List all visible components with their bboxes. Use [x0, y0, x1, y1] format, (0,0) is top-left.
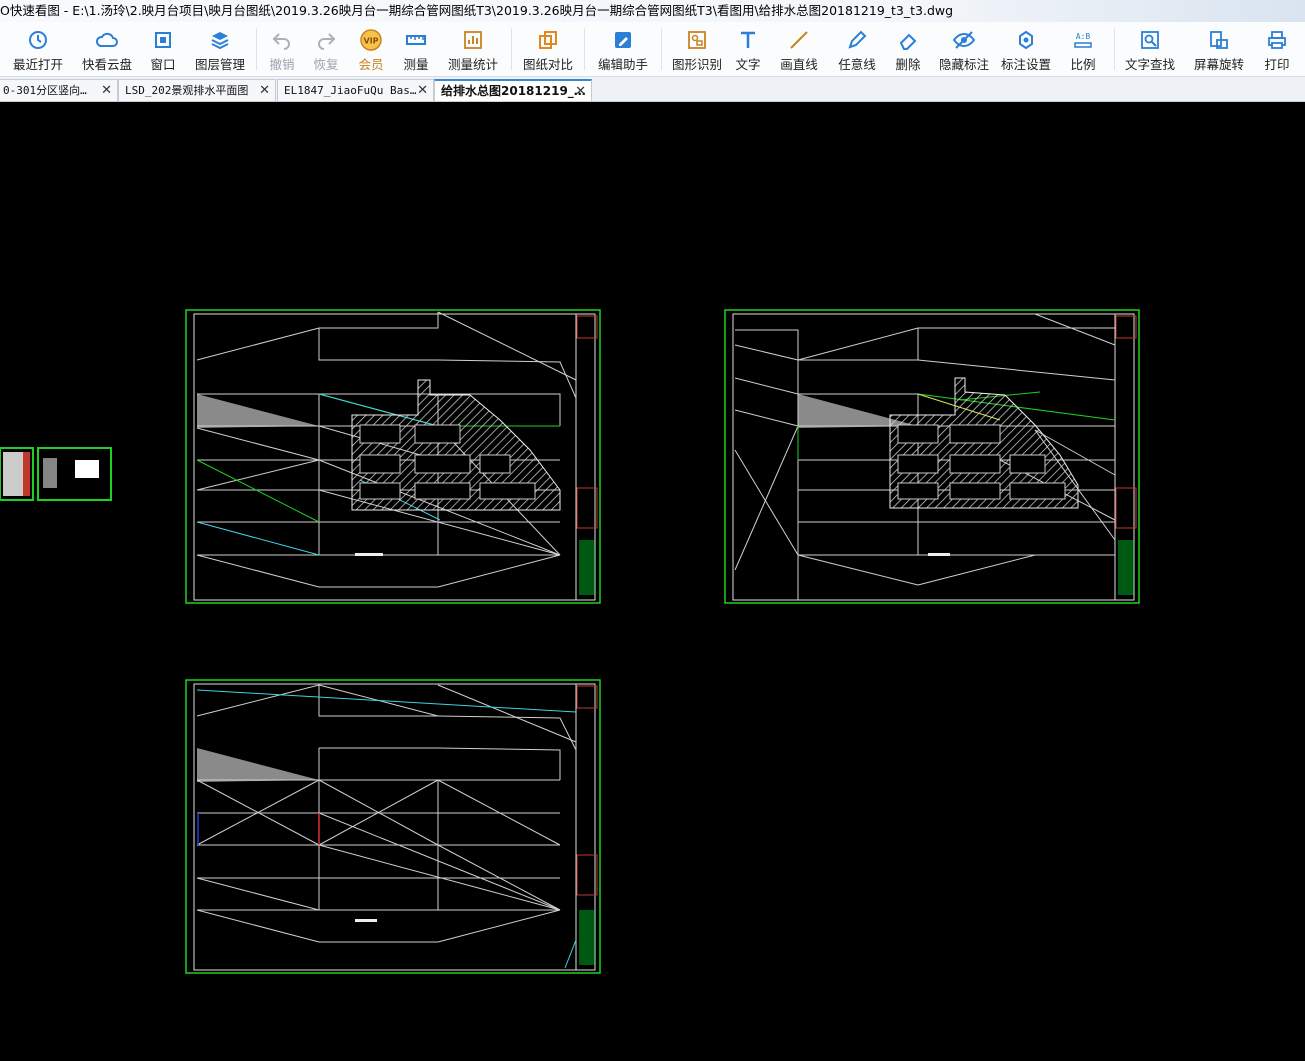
line-icon [786, 27, 812, 53]
settings-gear-icon [1013, 27, 1039, 53]
sheet-thumbnails[interactable] [0, 447, 112, 501]
measure-button[interactable]: 测量 [393, 22, 439, 76]
text-search-button[interactable]: 文字查找 [1119, 22, 1181, 76]
rotate-button[interactable]: 屏幕旋转 [1181, 22, 1257, 76]
cloud-icon [94, 27, 120, 53]
window-title: O快速看图 - E:\1.汤玲\2.映月台项目\映月台图纸\2019.3.26映… [0, 3, 954, 18]
hide-mark-button[interactable]: 隐藏标注 [932, 22, 996, 76]
measure-stats-icon [460, 27, 486, 53]
cloud-button[interactable]: 快看云盘 [76, 22, 138, 76]
redo-button[interactable]: 恢复 [303, 22, 349, 76]
drawing-sheet-3[interactable] [185, 679, 601, 974]
delete-button[interactable]: 删除 [884, 22, 932, 76]
clock-history-icon [25, 27, 51, 53]
toolbar-divider [661, 28, 662, 70]
edit-helper-button[interactable]: 编辑助手 [589, 22, 657, 76]
tab-label: 给排水总图20181219_… [441, 84, 586, 98]
printer-icon [1264, 27, 1290, 53]
redo-icon [313, 27, 339, 53]
text-button[interactable]: 文字 [728, 22, 768, 76]
tab-doc-3[interactable]: EL1847_JiaoFuQu Bas… ✕ [277, 79, 434, 101]
toolbar-divider [256, 28, 257, 70]
mark-settings-button[interactable]: 标注设置 [996, 22, 1056, 76]
toolbar-divider [511, 28, 512, 70]
tab-doc-1[interactable]: 0-301分区竖向… ✕ [0, 79, 118, 101]
compare-icon [535, 27, 561, 53]
scale-icon: A:B [1070, 27, 1096, 53]
vip-button[interactable]: VIP 会员 [349, 22, 393, 76]
shape-recog-icon [684, 27, 710, 53]
print-button[interactable]: 打印 [1257, 22, 1297, 76]
eye-slash-icon [951, 27, 977, 53]
svg-text:VIP: VIP [363, 37, 378, 46]
building-outline-1 [351, 379, 561, 511]
window-title-bar: O快速看图 - E:\1.汤玲\2.映月台项目\映月台图纸\2019.3.26映… [0, 0, 1305, 22]
search-doc-icon [1137, 27, 1163, 53]
freeline-button[interactable]: 任意线 [830, 22, 884, 76]
undo-button[interactable]: 撤销 [261, 22, 303, 76]
text-t-icon [735, 27, 761, 53]
svg-text:A:B: A:B [1076, 32, 1091, 41]
close-icon[interactable]: ✕ [259, 80, 270, 101]
rotate-screen-icon [1206, 27, 1232, 53]
tab-label: LSD_202景观排水平面图 [125, 84, 249, 97]
vip-badge-icon: VIP [358, 27, 384, 53]
main-toolbar: 最近打开 快看云盘 窗口 图层管理 撤销 恢复 VIP 会员 测量 测量统计 图… [0, 22, 1305, 77]
ruler-icon [403, 27, 429, 53]
measure-stats-button[interactable]: 测量统计 [439, 22, 507, 76]
drawing-sheet-2[interactable] [724, 309, 1140, 604]
drawing-sheet-1[interactable] [185, 309, 601, 604]
tab-label: EL1847_JiaoFuQu Bas… [284, 84, 417, 97]
close-icon[interactable]: ✕ [101, 80, 112, 101]
drawing-canvas[interactable] [0, 102, 1305, 1057]
close-icon[interactable]: ✕ [417, 80, 428, 101]
layers-icon [207, 27, 233, 53]
undo-icon [269, 27, 295, 53]
edit-helper-icon [610, 27, 636, 53]
recent-button[interactable]: 最近打开 [0, 22, 76, 76]
eraser-icon [895, 27, 921, 53]
tab-doc-2[interactable]: LSD_202景观排水平面图 ✕ [118, 79, 276, 101]
window-icon [150, 27, 176, 53]
close-icon[interactable]: ✕ [575, 81, 586, 101]
scale-button[interactable]: A:B 比例 [1056, 22, 1110, 76]
toolbar-divider [584, 28, 585, 70]
window-button[interactable]: 窗口 [138, 22, 188, 76]
pen-icon [844, 27, 870, 53]
shape-recog-button[interactable]: 图形识别 [666, 22, 728, 76]
tab-label: 0-301分区竖向… [3, 84, 87, 97]
layers-button[interactable]: 图层管理 [188, 22, 252, 76]
tab-doc-active[interactable]: 给排水总图20181219_… ✕ [434, 79, 592, 101]
compare-button[interactable]: 图纸对比 [516, 22, 580, 76]
document-tabs: 0-301分区竖向… ✕ LSD_202景观排水平面图 ✕ EL1847_JiaoF… [0, 77, 1305, 102]
dwg-drawing [0, 309, 1140, 974]
line-button[interactable]: 画直线 [768, 22, 830, 76]
toolbar-divider [1114, 28, 1115, 70]
